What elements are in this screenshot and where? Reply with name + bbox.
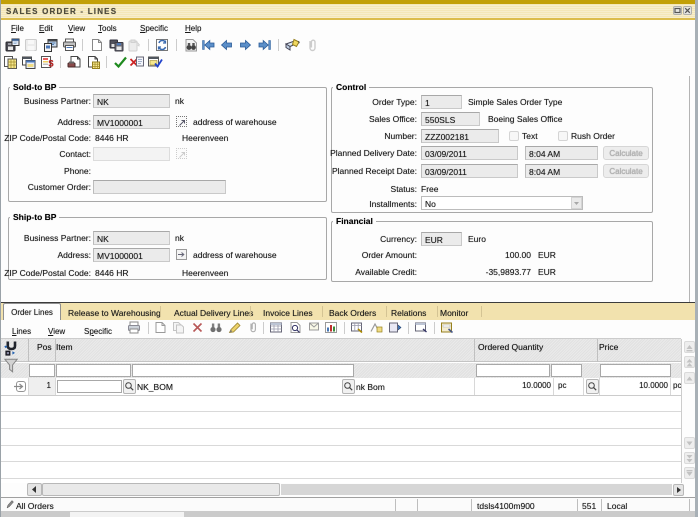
svg-text:$: $ (49, 59, 54, 69)
